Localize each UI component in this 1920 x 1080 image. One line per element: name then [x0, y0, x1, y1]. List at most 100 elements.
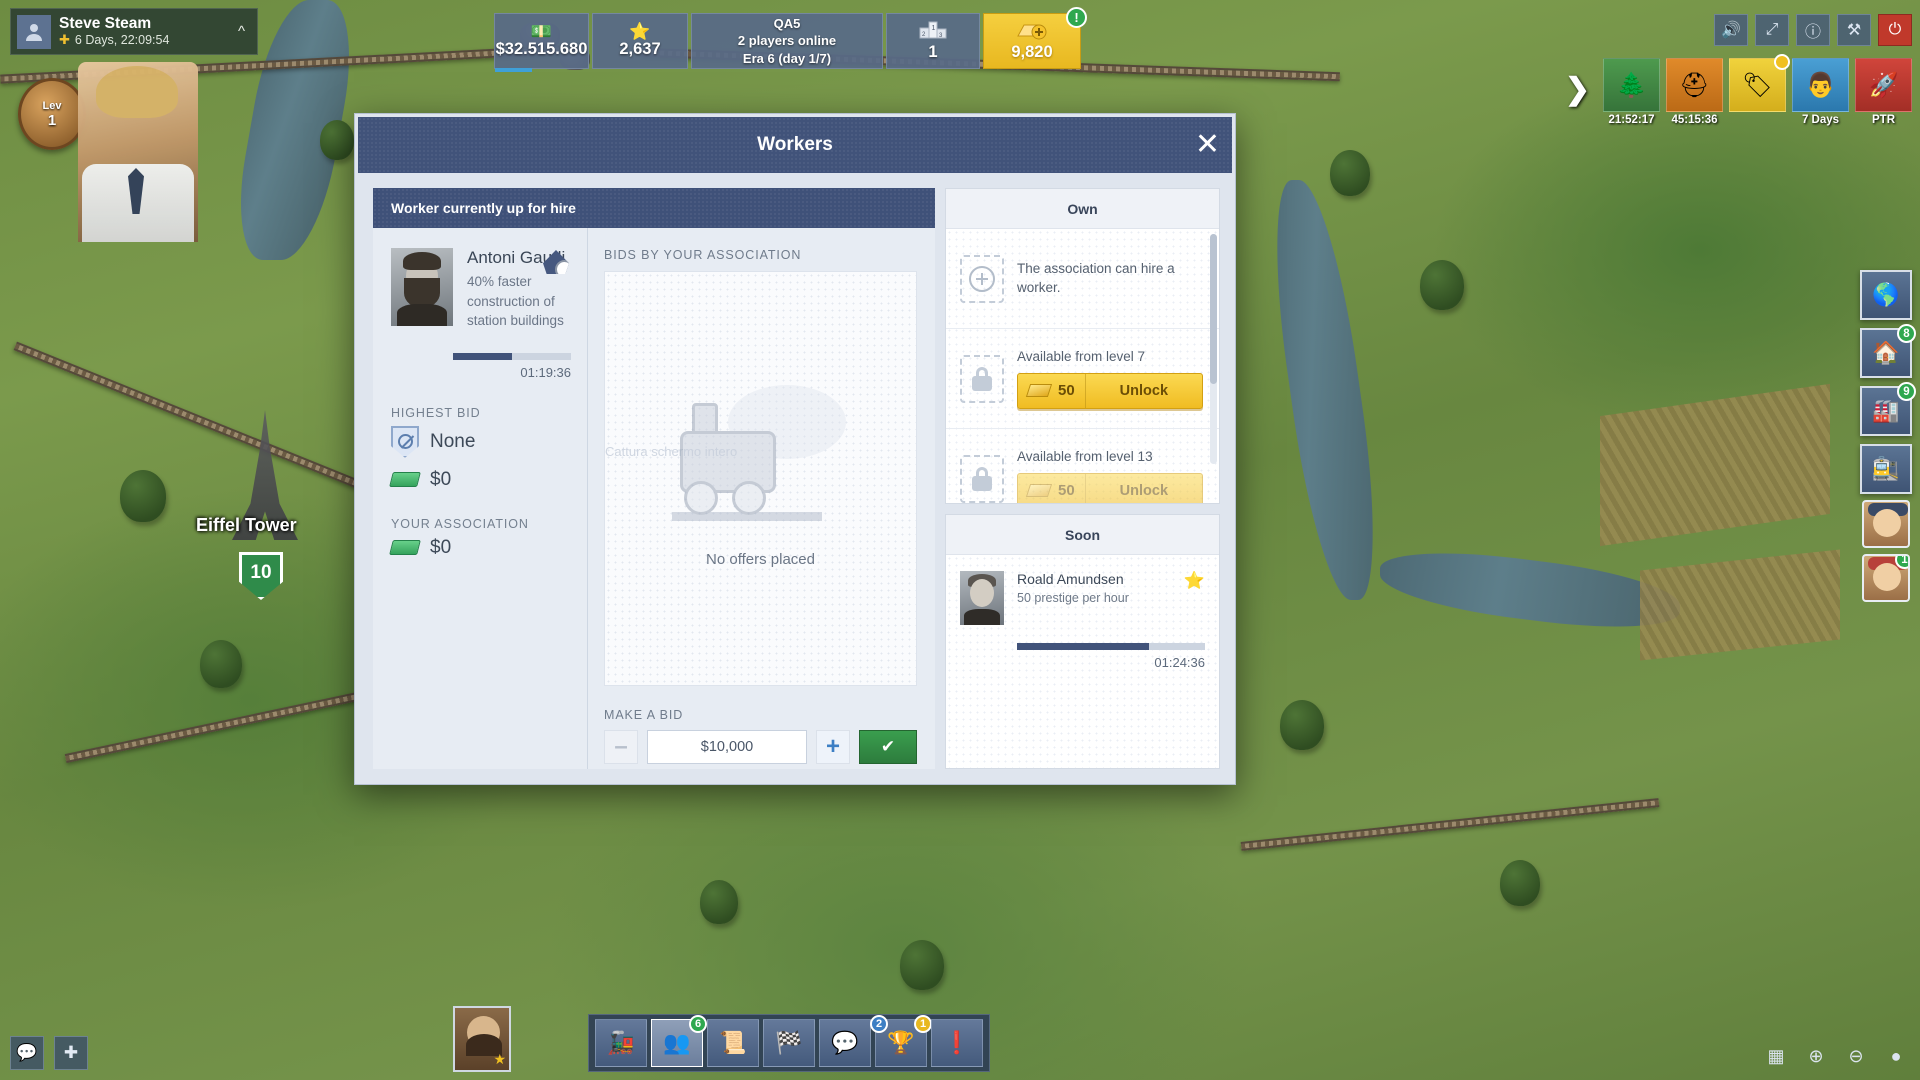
industry-button[interactable]: 🏭 9: [1860, 382, 1916, 436]
sound-icon[interactable]: 🔊: [1714, 14, 1748, 46]
right-toolbar: 🌎 🏠 8 🏭 9 🚉: [1860, 270, 1916, 494]
settings-icon[interactable]: ⚒: [1837, 14, 1871, 46]
hard-hat-icon[interactable]: ⛑: [1666, 58, 1723, 112]
highest-bid-amount-row: $0: [389, 469, 571, 491]
bid-controls: – $10,000 + ✔: [604, 730, 917, 764]
investor-icon[interactable]: 👨: [1792, 58, 1849, 112]
worker-hire-card-body: Antoni Gaudi 40% faster construction of …: [373, 228, 935, 769]
soon-worker-bonus: 50 prestige per hour: [1017, 591, 1129, 605]
worker-hair: [403, 252, 441, 270]
news-button[interactable]: ❗: [931, 1019, 983, 1067]
status-bar: 💵 $32.515.680 ⭐ 2,637 QA5 2 players onli…: [494, 7, 1087, 72]
dialog-header: Workers ✕: [358, 117, 1232, 173]
workers-badge: 6: [689, 1015, 707, 1033]
unlock-cost: 50: [1018, 373, 1086, 408]
help-icon[interactable]: ⓘ: [1796, 14, 1830, 46]
add-button[interactable]: ✚: [54, 1036, 88, 1070]
river-terrain: [1260, 180, 1390, 600]
bid-decrease-button[interactable]: –: [604, 730, 638, 764]
shortcut-tree[interactable]: 🌲 21:52:17: [1603, 58, 1660, 126]
railway-track: [1240, 798, 1660, 851]
lock-icon: [960, 454, 1004, 503]
minimap-icon[interactable]: ▦: [1762, 1042, 1790, 1070]
advisor-face: [1873, 563, 1901, 591]
bid-confirm-button[interactable]: ✔: [859, 730, 917, 764]
rank-stat[interactable]: 1 2 3 1: [886, 13, 980, 69]
tree-terrain: [120, 470, 166, 522]
train-wheel: [731, 481, 766, 515]
city-name-label: Eiffel Tower: [196, 515, 297, 535]
research-button[interactable]: 📜: [707, 1019, 759, 1067]
city-button[interactable]: 🏠 8: [1860, 324, 1916, 378]
server-info[interactable]: QA5 2 players online Era 6 (day 1/7): [691, 13, 883, 69]
soon-progress-bar: [1017, 643, 1205, 650]
gold-bar-plus-icon: [1015, 20, 1049, 43]
gold-value: 9,820: [1011, 43, 1053, 61]
no-bidder-shield-icon: [391, 425, 419, 458]
unlock-button[interactable]: 50 Unlock: [1017, 472, 1203, 503]
workers-button[interactable]: 👥 6: [651, 1015, 707, 1067]
money-progress-bar: [495, 68, 533, 72]
own-slot-list[interactable]: The association can hire a worker. Avail…: [946, 229, 1219, 503]
ranking-button[interactable]: 🏆 2 1: [870, 1015, 932, 1067]
zoom-in-icon[interactable]: ⊕: [1802, 1042, 1830, 1070]
chat-button[interactable]: 💬: [10, 1036, 44, 1070]
prestige-value: 2,637: [619, 40, 661, 58]
player-card[interactable]: Steve Steam ✚ 6 Days, 22:09:54 ^: [10, 8, 258, 55]
gold-alert-badge[interactable]: !: [1066, 7, 1087, 28]
plus-badge-icon: ✚: [59, 32, 70, 48]
close-icon[interactable]: ✕: [1195, 130, 1220, 160]
unlock-button[interactable]: 50 Unlock: [1017, 372, 1203, 409]
shortcut-helmet[interactable]: ⛑ 45:15:36: [1666, 58, 1723, 126]
player-level-medal[interactable]: Lev 1: [18, 78, 86, 150]
shortcut-investor[interactable]: 👨 7 Days: [1792, 58, 1849, 126]
farm-field: [1640, 549, 1840, 661]
competition-button[interactable]: 🏁: [763, 1019, 815, 1067]
shortcut-ptr[interactable]: 🚀 PTR: [1855, 58, 1912, 126]
collapse-sidebar-arrow[interactable]: ❯: [1565, 72, 1590, 107]
own-slot-row[interactable]: The association can hire a worker.: [946, 229, 1219, 329]
plus-slot-icon[interactable]: [960, 254, 1004, 303]
prestige-stat[interactable]: ⭐ 2,637: [592, 13, 688, 69]
power-icon[interactable]: ⏻: [1878, 14, 1912, 46]
gold-bar-icon: [1025, 384, 1053, 397]
fullscreen-icon[interactable]: ⤢: [1755, 14, 1789, 46]
add-station-button[interactable]: 🚉: [1860, 444, 1912, 494]
active-worker-thumbnail[interactable]: ★: [453, 1006, 511, 1072]
level-value: 1: [47, 111, 57, 129]
rocket-icon[interactable]: 🚀: [1855, 58, 1912, 112]
own-panel-scrollbar[interactable]: [1210, 234, 1217, 464]
bid-amount-input[interactable]: $10,000: [647, 730, 807, 764]
plus-icon: [969, 265, 995, 292]
chevron-up-icon[interactable]: ^: [238, 23, 251, 40]
tree-icon[interactable]: 🌲: [1603, 58, 1660, 112]
ticket-icon[interactable]: 🏷: [1729, 54, 1790, 112]
money-stat[interactable]: 💵 $32.515.680: [494, 13, 589, 72]
lock-icon: [960, 354, 1004, 403]
worker-portrait: [391, 248, 453, 326]
zoom-out-icon[interactable]: ⊖: [1842, 1042, 1870, 1070]
shortcut-tree-timer: 21:52:17: [1608, 114, 1655, 126]
trains-button[interactable]: 🚂: [595, 1019, 647, 1067]
soon-worker-row[interactable]: Roald Amundsen 50 prestige per hour ⭐: [960, 571, 1205, 625]
scrollbar-thumb[interactable]: [1210, 234, 1217, 384]
worker-hire-card-header: Worker currently up for hire: [373, 188, 935, 228]
bid-increase-button[interactable]: +: [816, 730, 850, 764]
bottom-right-toolbar: ▦ ⊕ ⊖ ●: [1762, 1042, 1910, 1070]
soon-panel-title: Soon: [1065, 526, 1100, 543]
world-map-button[interactable]: 🌎: [1860, 270, 1912, 320]
advisor-avatar-1[interactable]: [1862, 500, 1910, 548]
own-slot-row[interactable]: Available from level 7 50 Unlock: [946, 329, 1219, 429]
advisor-avatar-2[interactable]: 1: [1862, 554, 1910, 602]
own-slot-row[interactable]: Available from level 13 50 Unlock: [946, 429, 1219, 503]
gold-stat[interactable]: 9,820 !: [983, 7, 1087, 69]
your-association-amount: $0: [430, 536, 452, 558]
industry-badge: 9: [1897, 382, 1916, 401]
chat-nav-button[interactable]: 💬: [819, 1019, 871, 1067]
rank-value: 1: [928, 43, 938, 61]
no-offers-message: No offers placed: [706, 551, 815, 568]
location-icon[interactable]: ●: [1882, 1042, 1910, 1070]
unlock-cost-value: 50: [1058, 482, 1075, 499]
shortcut-ticket[interactable]: 🏷: [1729, 54, 1790, 114]
city-badge: 8: [1897, 324, 1916, 343]
